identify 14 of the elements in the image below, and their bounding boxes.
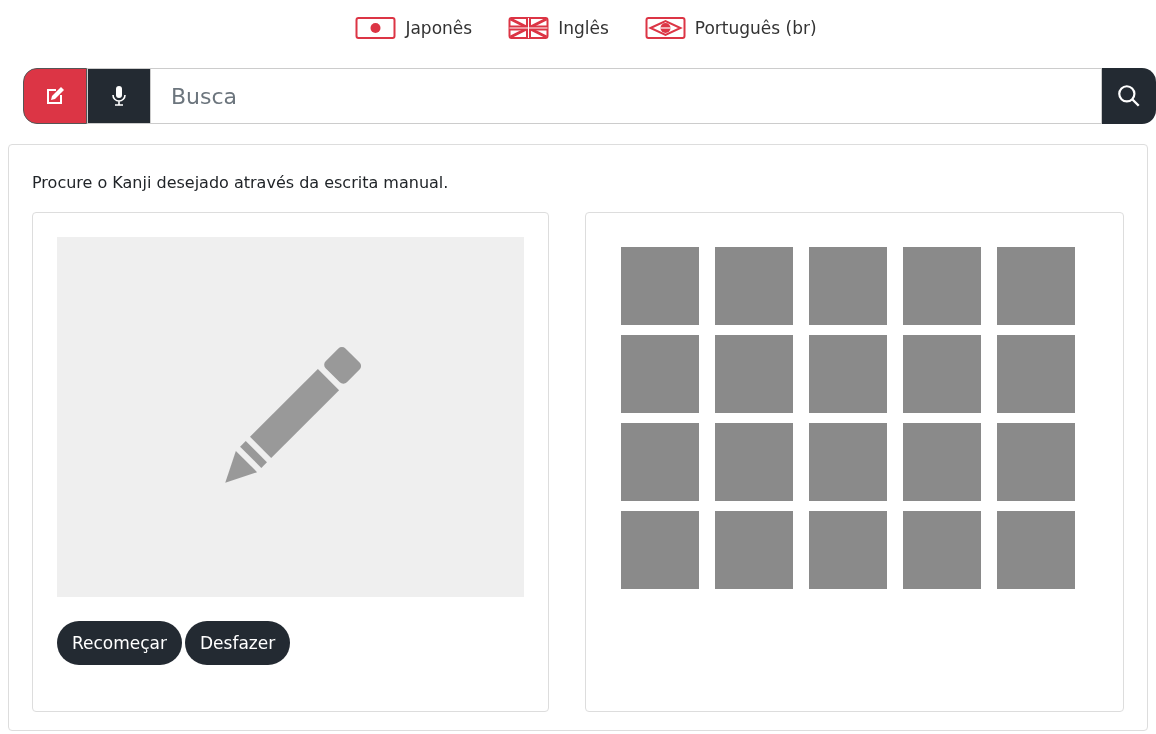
uk-flag-icon xyxy=(508,17,550,39)
handwriting-search-button[interactable] xyxy=(23,68,87,124)
japan-flag-icon xyxy=(355,17,397,39)
instruction-text: Procure o Kanji desejado através da escrita manual. xyxy=(32,173,450,192)
language-link[interactable]: Inglês xyxy=(508,14,609,42)
brazil-flag-icon xyxy=(644,17,686,39)
search-field[interactable]: Busca xyxy=(151,68,1102,124)
language-link[interactable]: Japonês xyxy=(355,14,473,42)
restart-button[interactable]: Recomeçar xyxy=(57,621,183,665)
language-link[interactable]: Português (br) xyxy=(644,14,817,42)
search-icon xyxy=(1116,83,1142,109)
voice-search-button[interactable] xyxy=(87,68,151,124)
search-button[interactable] xyxy=(1102,68,1156,124)
undo-button[interactable]: Desfazer xyxy=(185,621,291,665)
